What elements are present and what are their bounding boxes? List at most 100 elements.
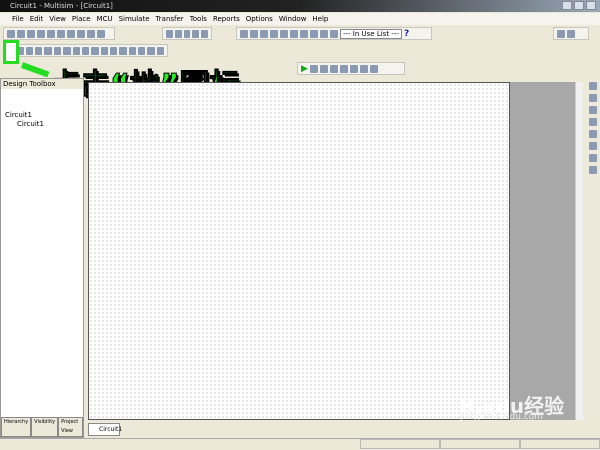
print-icon[interactable]: [37, 29, 45, 38]
mixed-icon[interactable]: [91, 46, 99, 55]
logic-analyzer-icon[interactable]: [589, 154, 597, 162]
menu-file[interactable]: File: [12, 13, 24, 25]
vertical-scrollbar[interactable]: [575, 82, 583, 420]
canvas-background: [510, 82, 575, 420]
menu-tools[interactable]: Tools: [190, 13, 207, 25]
zoom-out-icon[interactable]: [183, 29, 191, 38]
layout-alt-icon[interactable]: [567, 29, 575, 38]
annotation-highlight-box: [3, 40, 19, 64]
menu-bar: File Edit View Place MCU Simulate Transf…: [0, 13, 600, 25]
backannotate-icon[interactable]: [330, 29, 338, 38]
transfer-icon[interactable]: [320, 29, 328, 38]
redo-icon[interactable]: [97, 29, 105, 38]
probe-icon[interactable]: [589, 166, 597, 174]
status-bar: [0, 438, 600, 450]
hierarchical-block-icon[interactable]: [156, 46, 165, 55]
rf-icon[interactable]: [128, 46, 137, 55]
tree-item-root[interactable]: Circuit1: [5, 111, 83, 120]
menu-place[interactable]: Place: [72, 13, 91, 25]
status-pane: [520, 439, 600, 449]
ttl-icon[interactable]: [53, 46, 62, 55]
spreadsheet-icon[interactable]: [250, 29, 258, 38]
minimize-button[interactable]: [562, 1, 572, 10]
step-icon[interactable]: [339, 64, 348, 73]
tab-hierarchy[interactable]: Hierarchy: [1, 417, 32, 437]
postprocessor-icon[interactable]: [290, 29, 298, 38]
run-icon[interactable]: ▶: [301, 64, 308, 74]
erc-icon[interactable]: [300, 29, 308, 38]
status-pane: [440, 439, 520, 449]
annotation-arrow: [20, 62, 50, 78]
analog-icon[interactable]: [44, 46, 52, 55]
step-out-icon[interactable]: [359, 64, 368, 73]
zoom-area-icon[interactable]: [192, 29, 200, 38]
diode-icon[interactable]: [25, 46, 34, 55]
area-icon[interactable]: [310, 29, 318, 38]
menu-options[interactable]: Options: [246, 13, 273, 25]
tab-visibility[interactable]: Visibility: [31, 417, 59, 437]
menu-transfer[interactable]: Transfer: [156, 13, 184, 25]
undo-icon[interactable]: [87, 29, 95, 38]
zoom-toolbar: [162, 27, 212, 40]
help-button[interactable]: ?: [404, 29, 409, 39]
simulation-toolbar: ▶: [297, 62, 405, 75]
run-to-cursor-icon[interactable]: [369, 64, 378, 73]
power-icon[interactable]: [109, 46, 118, 55]
function-generator-icon[interactable]: [589, 94, 597, 102]
title-bar: Circuit1 - Multisim - [Circuit1]: [0, 0, 600, 12]
in-use-list-dropdown[interactable]: --- In Use List ---: [340, 28, 402, 39]
zoom-in-icon[interactable]: [174, 29, 182, 38]
menu-simulate[interactable]: Simulate: [119, 13, 150, 25]
window-controls: [562, 1, 596, 10]
misc-digital-icon[interactable]: [81, 46, 90, 55]
close-button[interactable]: [586, 1, 596, 10]
tree-item-child[interactable]: Circuit1: [5, 120, 83, 129]
layout-icon[interactable]: [557, 29, 565, 38]
menu-help[interactable]: Help: [312, 13, 328, 25]
menu-mcu[interactable]: MCU: [97, 13, 113, 25]
cut-icon[interactable]: [57, 29, 65, 38]
menu-view[interactable]: View: [49, 13, 66, 25]
indicator-icon[interactable]: [100, 46, 108, 55]
fullscreen-icon[interactable]: [166, 29, 173, 38]
transistor-icon[interactable]: [35, 46, 43, 55]
save-icon[interactable]: [27, 29, 35, 38]
view-toggle-toolbar: [553, 27, 589, 40]
zoom-fit-icon[interactable]: [201, 29, 208, 38]
component-wizard-icon[interactable]: [270, 29, 278, 38]
cmos-icon[interactable]: [63, 46, 71, 55]
step-over-icon[interactable]: [349, 64, 358, 73]
pause-icon[interactable]: [309, 64, 318, 73]
status-pane: [360, 439, 440, 449]
copy-icon[interactable]: [67, 29, 75, 38]
stop-icon[interactable]: [319, 64, 328, 73]
project-tree: Circuit1 Circuit1: [1, 89, 83, 129]
restore-button[interactable]: [574, 1, 584, 10]
paste-icon[interactable]: [77, 29, 85, 38]
bus-icon[interactable]: [147, 46, 155, 55]
hierarchy-icon[interactable]: [240, 29, 248, 38]
grapher-icon[interactable]: [280, 29, 288, 38]
multimeter-icon[interactable]: [589, 82, 597, 90]
schematic-canvas[interactable]: [88, 82, 510, 420]
oscilloscope-icon[interactable]: [589, 118, 597, 126]
breakpoint-icon[interactable]: [329, 64, 338, 73]
word-generator-icon[interactable]: [589, 142, 597, 150]
print-preview-icon[interactable]: [47, 29, 55, 38]
main-toolbar: --- In Use List --- ?: [236, 27, 432, 40]
new-icon[interactable]: [7, 29, 15, 38]
menu-edit[interactable]: Edit: [30, 13, 44, 25]
menu-reports[interactable]: Reports: [213, 13, 240, 25]
open-icon[interactable]: [17, 29, 25, 38]
wattmeter-icon[interactable]: [589, 106, 597, 114]
document-tab-circuit1[interactable]: Circuit1: [88, 423, 122, 436]
electromechanical-icon[interactable]: [138, 46, 146, 55]
tab-project-view[interactable]: Project View: [58, 417, 83, 437]
bode-plotter-icon[interactable]: [589, 130, 597, 138]
instruments-toolbar: [586, 82, 600, 302]
menu-window[interactable]: Window: [279, 13, 307, 25]
misc-icon[interactable]: [119, 46, 127, 55]
mcu-icon[interactable]: [72, 46, 80, 55]
database-icon[interactable]: [260, 29, 268, 38]
design-toolbox: Design Toolbox Circuit1 Circuit1 Hierarc…: [0, 78, 84, 438]
